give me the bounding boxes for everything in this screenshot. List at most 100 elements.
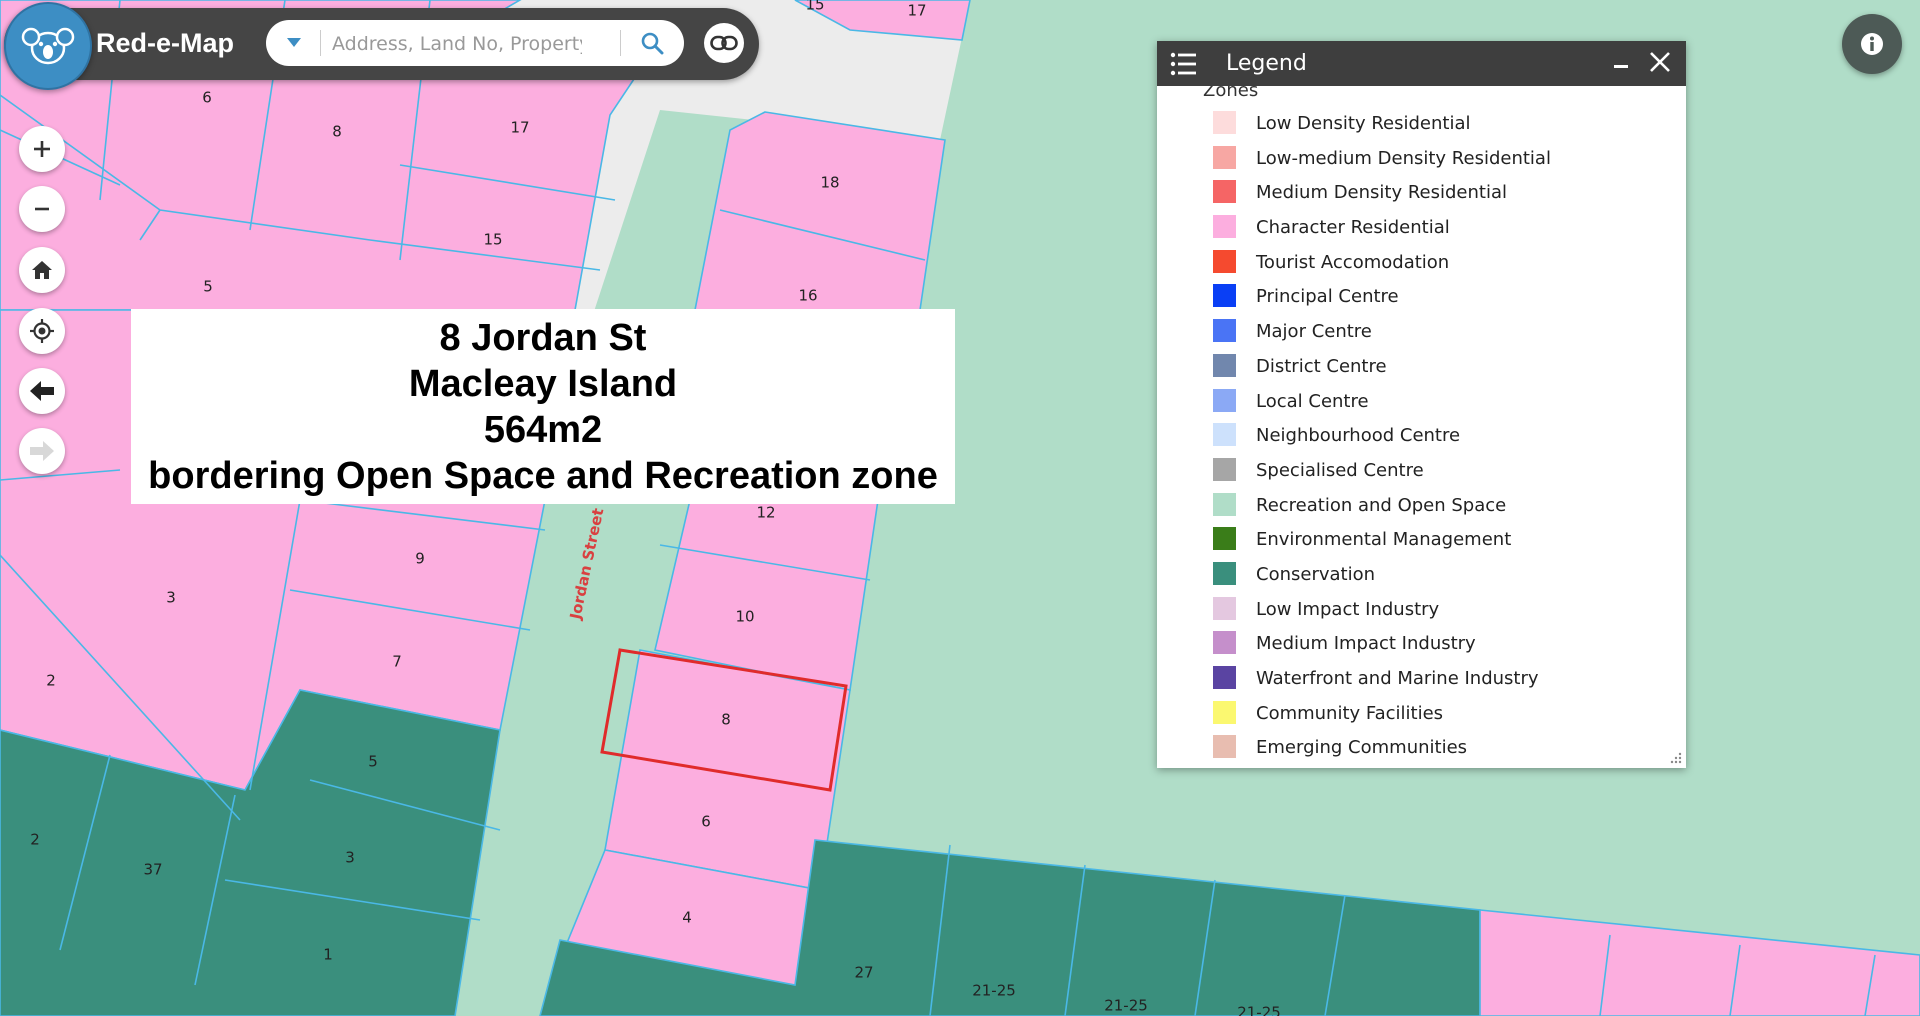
legend-label: Community Facilities [1256, 702, 1444, 724]
legend-item: Conservation [1157, 558, 1686, 593]
legend-swatch [1213, 492, 1236, 516]
legend-label: Low-medium Density Residential [1256, 147, 1551, 169]
legend-label: Conservation [1256, 563, 1376, 585]
lot-label: 8 [332, 123, 342, 141]
legend-swatch [1213, 353, 1236, 377]
legend-item: Tourist Accomodation [1157, 246, 1686, 281]
legend-swatch [1213, 561, 1236, 585]
caret-down-icon[interactable] [274, 20, 314, 66]
legend-label: Low Impact Industry [1256, 598, 1440, 620]
legend-label: Tourist Accomodation [1256, 251, 1450, 273]
zoom-out-button[interactable] [19, 186, 65, 232]
info-button[interactable] [1842, 14, 1902, 74]
lot-label: 3 [345, 849, 355, 867]
legend-label: Medium Density Residential [1256, 182, 1507, 204]
legend-swatch [1213, 111, 1236, 134]
legend-swatch [1213, 527, 1236, 551]
legend-item: Emerging Communities [1157, 731, 1686, 766]
legend-label: Neighbourhood Centre [1256, 425, 1461, 447]
legend-item: Local Centre [1157, 385, 1686, 420]
legend-swatch [1213, 249, 1236, 273]
lot-label: 6 [202, 89, 212, 107]
legend-item: District Centre [1157, 350, 1686, 385]
search-box [266, 20, 684, 66]
search-input[interactable] [330, 28, 584, 60]
minus-icon [35, 207, 49, 211]
lot-label: 27 [854, 964, 873, 982]
legend-item: Waterfront and Marine Industry [1157, 662, 1686, 697]
legend-swatch [1213, 388, 1236, 412]
home-button[interactable] [19, 247, 65, 293]
link-icon[interactable] [704, 23, 744, 63]
annotation-locality: Macleay Island [408, 362, 678, 405]
legend-item: Recreation and Open Space [1157, 489, 1686, 524]
legend-item: Low Impact Industry [1157, 593, 1686, 628]
legend-label: Environmental Management [1256, 529, 1512, 551]
search-icon[interactable] [628, 20, 676, 66]
lot-label: 2 [46, 672, 56, 690]
legend-item: Community Facilities [1157, 697, 1686, 732]
lot-label: 2 [30, 831, 40, 849]
legend-label: Major Centre [1256, 321, 1372, 343]
legend-label: Medium Impact Industry [1256, 633, 1476, 655]
legend-swatch [1213, 284, 1236, 308]
legend-item: Major Centre [1157, 315, 1686, 350]
legend-label: Principal Centre [1256, 286, 1399, 308]
lot-label: 5 [368, 753, 378, 771]
legend-title: Legend [1226, 51, 1307, 76]
legend-body[interactable]: Zones Low Density Residential Low-medium … [1157, 86, 1686, 768]
legend-label: Recreation and Open Space [1256, 494, 1507, 516]
legend-item: Environmental Management [1157, 523, 1686, 558]
arrow-left-icon [30, 381, 54, 401]
app-title: Red-e-Map [96, 28, 235, 58]
lot-label: 10 [735, 608, 754, 626]
annotation-address: 8 Jordan St [439, 316, 647, 359]
home-icon [32, 261, 52, 279]
parcel [694, 111, 946, 311]
legend-label: District Centre [1256, 355, 1387, 377]
legend-swatch [1213, 596, 1236, 620]
legend-swatch [1213, 423, 1236, 447]
annotation-area: 564m2 [483, 408, 603, 451]
lot-label: 17 [510, 119, 529, 137]
legend-swatch [1213, 180, 1236, 204]
legend-item: Low-medium Density Residential [1157, 142, 1686, 177]
legend-label: Local Centre [1256, 390, 1369, 412]
lot-label: 6 [701, 813, 711, 831]
legend-item: Medium Density Residential [1157, 176, 1686, 211]
locate-button[interactable] [19, 308, 65, 354]
koala-logo-icon[interactable] [4, 2, 92, 90]
info-icon [1861, 33, 1883, 55]
legend-item: Medium Impact Industry [1157, 627, 1686, 662]
lot-label: 5 [203, 278, 213, 296]
legend-swatch [1213, 631, 1236, 655]
lot-label: 16 [798, 287, 817, 305]
legend-label: Emerging Communities [1256, 737, 1468, 759]
legend-items: Low Density Residential Low-medium Densit… [1157, 107, 1686, 766]
legend-swatch [1213, 735, 1236, 759]
close-icon[interactable] [1647, 49, 1673, 75]
legend-swatch [1213, 457, 1236, 481]
legend-heading: Zones [1203, 86, 1259, 101]
lot-label: 1 [323, 946, 333, 964]
property-annotation: 8 Jordan St Macleay Island 564m2 borderi… [131, 309, 955, 504]
lot-label: 12 [756, 504, 775, 522]
lot-label: 37 [143, 861, 162, 879]
forward-button[interactable] [19, 428, 65, 474]
legend-item: Neighbourhood Centre [1157, 419, 1686, 454]
back-button[interactable] [19, 368, 65, 414]
lot-label: 17 [907, 2, 926, 20]
minimize-icon[interactable] [1609, 51, 1633, 75]
legend-swatch [1213, 666, 1236, 689]
lot-label: 18 [820, 174, 839, 192]
resize-handle-icon[interactable] [1668, 750, 1682, 764]
zoom-in-button[interactable] [19, 126, 65, 172]
legend-item: Character Residential [1157, 211, 1686, 246]
legend-label: Character Residential [1256, 217, 1450, 239]
locate-icon [30, 319, 54, 343]
legend-swatch [1213, 700, 1236, 724]
lot-label: 4 [682, 909, 692, 927]
lot-label: 7 [392, 653, 402, 671]
plus-icon [34, 141, 50, 157]
legend-swatch [1213, 145, 1236, 169]
